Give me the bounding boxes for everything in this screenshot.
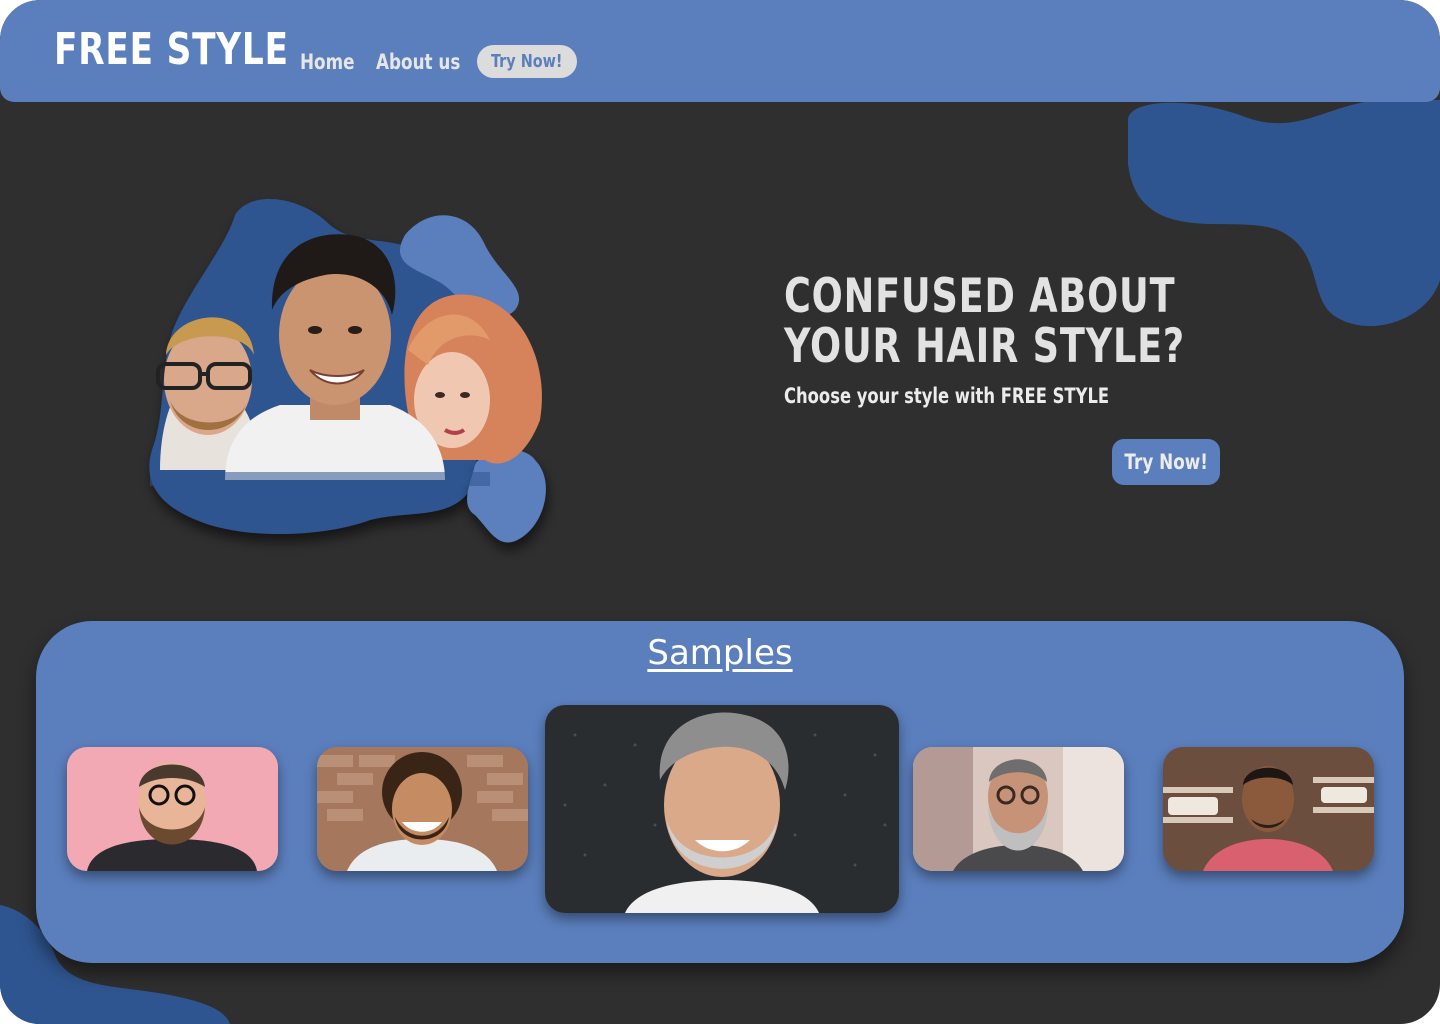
header-try-now-button[interactable]: Try Now!: [477, 45, 577, 78]
top-header: FREE STYLE Home About us Try Now!: [0, 0, 1440, 102]
page-frame: FREE STYLE Home About us Try Now! CONFUS…: [0, 0, 1440, 1024]
hero-title: CONFUSED ABOUT YOUR HAIR STYLE?: [784, 269, 1185, 374]
sample-image-grey-hair-man: [545, 705, 899, 913]
sample-image-grey-beard-man: [913, 747, 1124, 871]
hero-try-now-button[interactable]: Try Now!: [1112, 439, 1220, 485]
nav-about-link[interactable]: About us: [376, 50, 460, 74]
sample-card-3-featured[interactable]: [545, 705, 899, 913]
sample-card-4[interactable]: [913, 747, 1124, 871]
hero-subtitle: Choose your style with FREE STYLE: [784, 384, 1110, 408]
sample-image-bearded-man: [67, 747, 278, 871]
sample-card-5[interactable]: [1163, 747, 1374, 871]
samples-title[interactable]: Samples: [36, 633, 1404, 673]
sample-image-man-pink-shirt: [1163, 747, 1374, 871]
sample-card-1[interactable]: [67, 747, 278, 871]
hero-collage-image: [149, 198, 546, 543]
samples-panel: Samples: [36, 621, 1404, 963]
header-try-now-label: Try Now!: [491, 51, 563, 72]
sample-image-curly-hair-man: [317, 747, 528, 871]
nav-home-link[interactable]: Home: [300, 50, 355, 74]
sample-card-2[interactable]: [317, 747, 528, 871]
brand-logo[interactable]: FREE STYLE: [54, 24, 289, 75]
hero-try-now-label: Try Now!: [1124, 450, 1208, 474]
